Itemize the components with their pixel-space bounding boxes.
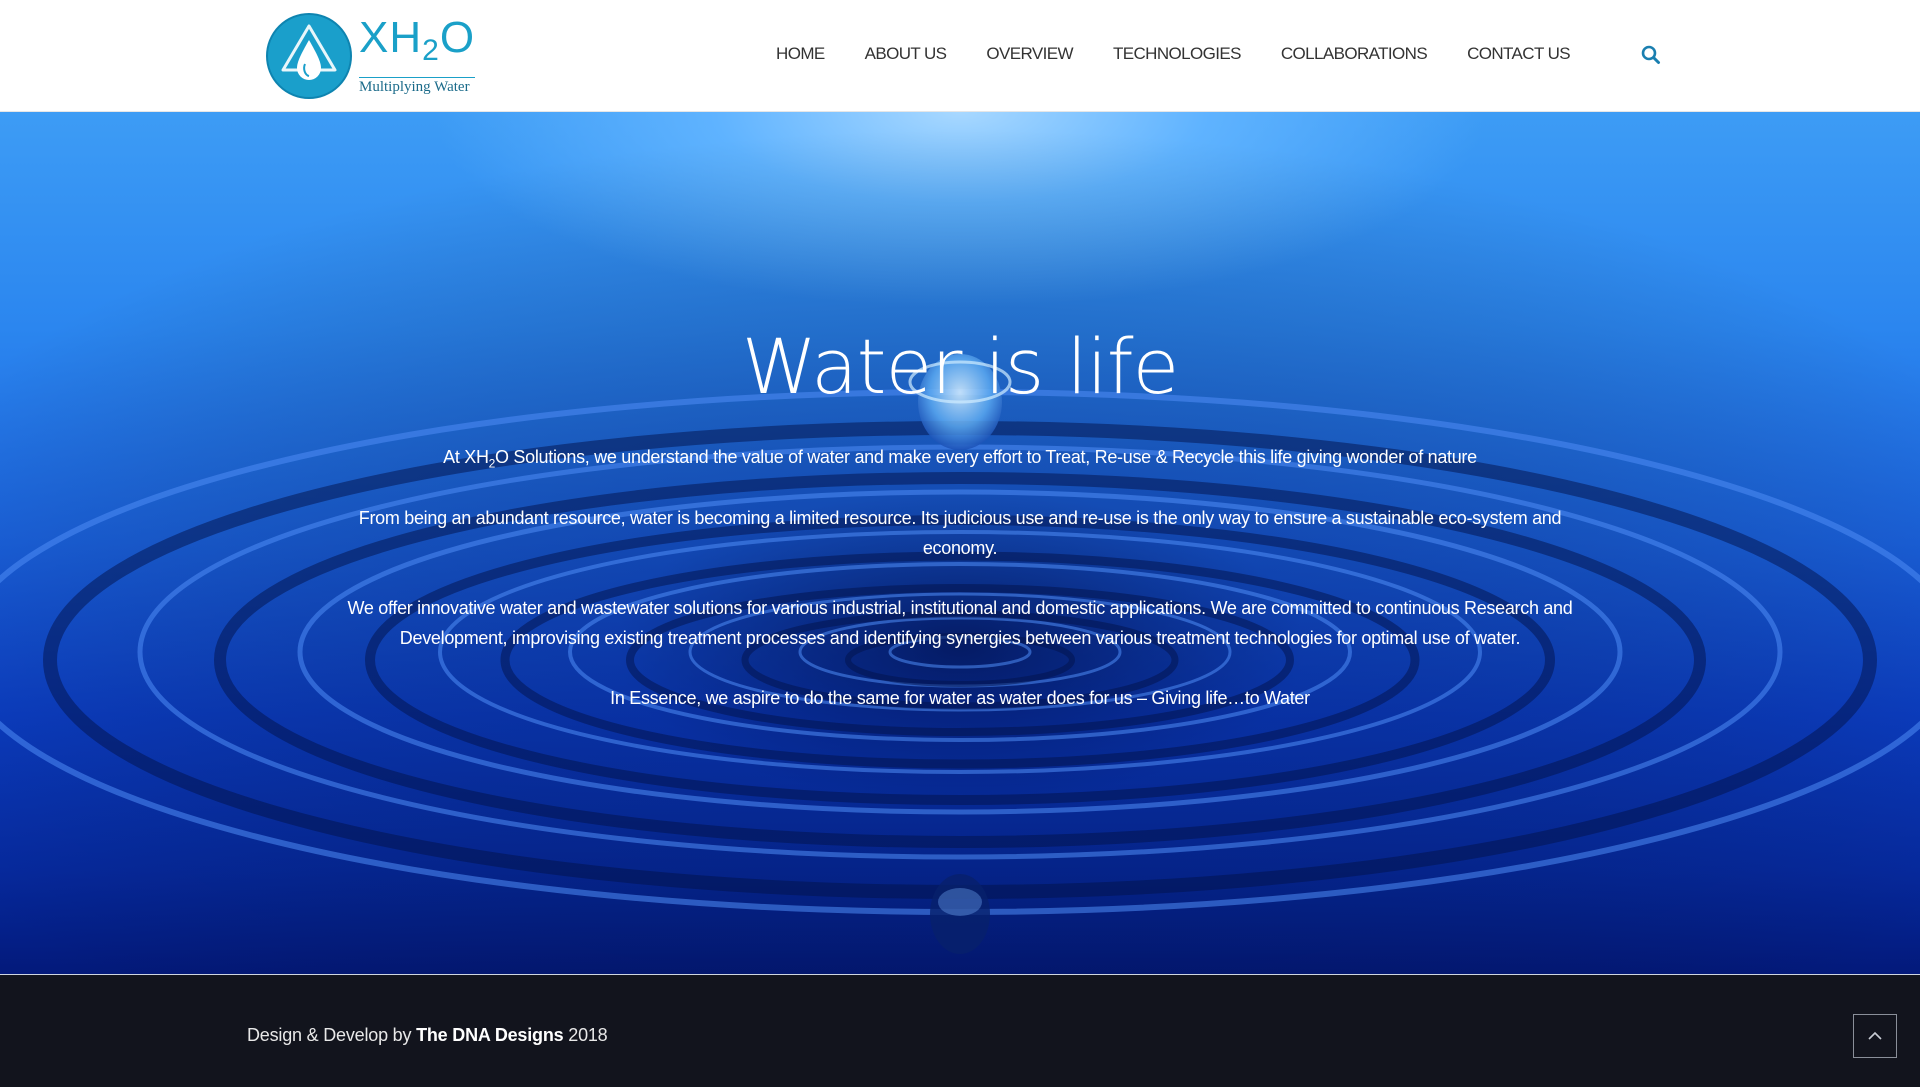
nav-overview[interactable]: OVERVIEW (986, 44, 1073, 64)
footer-company-link[interactable]: The DNA Designs (416, 1025, 564, 1045)
hero-paragraph-3: We offer innovative water and wastewater… (347, 598, 1573, 648)
site-header: XH2O Multiplying Water HOME ABOUT US OVE… (0, 0, 1920, 112)
back-to-top-button[interactable] (1853, 1014, 1897, 1058)
hero-paragraph-1: At XH2O Solutions, we understand the val… (443, 447, 1477, 471)
nav-home[interactable]: HOME (776, 44, 825, 64)
logo-name: XH2O (359, 13, 476, 68)
nav-technologies[interactable]: TECHNOLOGIES (1113, 44, 1241, 64)
hero-title: Water is life (741, 322, 1179, 411)
logo-tagline: Multiplying Water (359, 77, 476, 96)
logo-drop-icon (266, 13, 352, 99)
main-nav: HOME ABOUT US OVERVIEW TECHNOLOGIES COLL… (736, 0, 1571, 108)
site-logo[interactable]: XH2O Multiplying Water (265, 12, 485, 100)
footer-credit: Design & Develop by The DNA Designs 2018 (247, 1025, 608, 1045)
nav-about-us[interactable]: ABOUT US (865, 44, 947, 64)
hero-paragraph-2: From being an abundant resource, water i… (358, 508, 1562, 558)
logo-wordmark: XH2O Multiplying Water (359, 13, 476, 96)
nav-collaborations[interactable]: COLLABORATIONS (1281, 44, 1428, 64)
site-footer: Design & Develop by The DNA Designs 2018 (0, 974, 1920, 1087)
hero-paragraph-4: In Essence, we aspire to do the same for… (610, 688, 1310, 708)
search-icon[interactable] (1640, 44, 1662, 66)
hero-section: Water is life At XH2O Solutions, we unde… (0, 112, 1920, 974)
nav-contact-us[interactable]: CONTACT US (1467, 44, 1571, 64)
chevron-up-icon (1868, 1031, 1882, 1040)
